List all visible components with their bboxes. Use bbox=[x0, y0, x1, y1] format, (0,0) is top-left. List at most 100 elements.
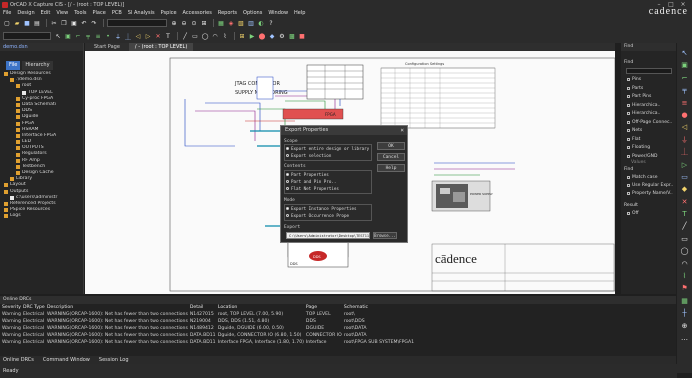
menu-si-analysis[interactable]: SI Analysis bbox=[128, 10, 155, 16]
port-tool-icon[interactable]: ◁ bbox=[680, 123, 689, 132]
rect-tool-icon[interactable]: ▭ bbox=[680, 235, 689, 244]
menu-edit[interactable]: Edit bbox=[41, 10, 51, 16]
drc-column-header[interactable]: Page bbox=[304, 304, 342, 311]
line-tool-icon[interactable]: ╱ bbox=[680, 222, 689, 231]
tab-session-log[interactable]: Session Log bbox=[99, 357, 129, 363]
table-row[interactable]: Warning Electrical WARNING(ORCAP-1600): Ne… bbox=[0, 332, 676, 339]
place-part-icon[interactable]: ▣ bbox=[64, 32, 72, 40]
occurrence-properties-radio[interactable]: Export Occurrence Prope bbox=[286, 213, 349, 218]
stop-icon[interactable]: ■ bbox=[298, 32, 306, 40]
table-row[interactable]: Warning Electrical WARNING(ORCAP-1600): Ne… bbox=[0, 339, 676, 346]
tab-command-window[interactable]: Command Window bbox=[43, 357, 90, 363]
drc-column-header[interactable]: Location bbox=[216, 304, 304, 311]
open-icon[interactable]: ▰ bbox=[13, 19, 21, 27]
settings-icon[interactable]: ⚙ bbox=[278, 32, 286, 40]
noconnect-tool-icon[interactable]: ✕ bbox=[680, 198, 689, 207]
hier-port-tool-icon[interactable]: ◆ bbox=[680, 185, 689, 194]
redo-icon[interactable]: ↷ bbox=[90, 19, 98, 27]
find-input[interactable] bbox=[626, 68, 672, 74]
place-port-icon[interactable]: ◁ bbox=[134, 32, 142, 40]
menu-design[interactable]: Design bbox=[17, 10, 34, 16]
filter-combo[interactable] bbox=[3, 32, 51, 40]
flat-net-properties-radio[interactable]: Flat Net Properties bbox=[286, 186, 339, 191]
save-icon[interactable]: ■ bbox=[23, 19, 31, 27]
cross-probe-icon[interactable]: ◐ bbox=[257, 19, 265, 27]
find-filter-item[interactable]: Part Pins bbox=[627, 94, 651, 99]
zoom-tool-icon[interactable]: ⊕ bbox=[680, 322, 689, 331]
drc-column-header[interactable]: Severity bbox=[0, 304, 21, 311]
find-filter-item[interactable]: Parts bbox=[627, 86, 643, 91]
new-icon[interactable]: ▢ bbox=[3, 19, 11, 27]
line-icon[interactable]: ╱ bbox=[181, 32, 189, 40]
select-tool-icon[interactable]: ↖ bbox=[680, 49, 689, 58]
browse-button[interactable]: Browse... bbox=[373, 232, 397, 239]
menu-accessories[interactable]: Accessories bbox=[183, 10, 212, 16]
menu-window[interactable]: Window bbox=[268, 10, 288, 16]
no-connect-icon[interactable]: ✕ bbox=[154, 32, 162, 40]
find-filter-item[interactable]: Pins bbox=[627, 77, 641, 82]
text-tool-icon[interactable]: T bbox=[680, 210, 689, 219]
cancel-button[interactable]: Cancel bbox=[377, 153, 405, 161]
drc-column-header[interactable]: Description bbox=[45, 304, 188, 311]
zoom-out-icon[interactable]: ⊖ bbox=[180, 19, 188, 27]
marker-icon[interactable]: ⬤ bbox=[258, 32, 266, 40]
result-item[interactable]: Off bbox=[627, 211, 639, 216]
dialog-close-icon[interactable]: × bbox=[400, 127, 404, 134]
part-combo[interactable] bbox=[107, 19, 167, 27]
place-offpage-icon[interactable]: ▷ bbox=[144, 32, 152, 40]
junction-tool-icon[interactable]: ● bbox=[680, 111, 689, 120]
place-net-icon[interactable]: ╤ bbox=[84, 32, 92, 40]
undo-icon[interactable]: ↶ bbox=[80, 19, 88, 27]
print-icon[interactable]: ▤ bbox=[33, 19, 41, 27]
ellipse-icon[interactable]: ◯ bbox=[201, 32, 209, 40]
rect-icon[interactable]: ▭ bbox=[191, 32, 199, 40]
table-row[interactable]: Warning Electrical WARNING(ORCAP-1600): Ne… bbox=[0, 325, 676, 332]
find-filter-item[interactable]: Off-Page Connec.. bbox=[627, 120, 672, 125]
help-button[interactable]: Help bbox=[377, 164, 405, 172]
ground-tool-icon[interactable]: ⏊ bbox=[680, 148, 689, 157]
scope-selection-radio[interactable]: Export selection bbox=[286, 153, 331, 158]
table-row[interactable]: Warning Electrical WARNING(ORCAP-1600): Ne… bbox=[0, 318, 676, 325]
menu-reports[interactable]: Reports bbox=[218, 10, 237, 16]
drc-column-header[interactable]: Schematic bbox=[342, 304, 676, 311]
ellipse-tool-icon[interactable]: ◯ bbox=[680, 247, 689, 256]
place-ground-icon[interactable]: ⏊ bbox=[124, 32, 132, 41]
menu-pcb[interactable]: PCB bbox=[112, 10, 122, 16]
menu-pspice[interactable]: Pspice bbox=[161, 10, 177, 16]
probe-icon[interactable]: ◆ bbox=[268, 32, 276, 40]
menu-tools[interactable]: Tools bbox=[74, 10, 86, 16]
part-tool-icon[interactable]: ▣ bbox=[680, 61, 689, 70]
drc-icon[interactable]: ◈ bbox=[227, 19, 235, 27]
arc-icon[interactable]: ◠ bbox=[211, 32, 219, 40]
menu-help[interactable]: Help bbox=[294, 10, 305, 16]
pin-tool-icon[interactable]: ┼ bbox=[680, 309, 689, 318]
tab-start-page[interactable]: Start Page bbox=[88, 43, 126, 51]
find-filter-item[interactable]: Power/GND bbox=[627, 154, 657, 159]
place-wire-icon[interactable]: ⌐ bbox=[74, 32, 82, 40]
find-option-item[interactable]: Property Name/V.. bbox=[627, 191, 673, 196]
tree-item[interactable]: Logs bbox=[0, 213, 84, 219]
image-tool-icon[interactable]: ▦ bbox=[680, 297, 689, 306]
project-header[interactable]: demo.dsn bbox=[0, 43, 83, 51]
hier-block-tool-icon[interactable]: ▭ bbox=[680, 173, 689, 182]
place-power-icon[interactable]: ⏚ bbox=[114, 32, 122, 41]
cut-icon[interactable]: ✂ bbox=[50, 19, 58, 27]
find-filter-item[interactable]: Hierarchica.. bbox=[627, 111, 660, 116]
menu-options[interactable]: Options bbox=[243, 10, 262, 16]
polyline-tool-icon[interactable]: ⌇ bbox=[680, 272, 689, 281]
power-tool-icon[interactable]: ⏚ bbox=[680, 136, 689, 145]
export-path-input[interactable]: C:\Users\Administrator\Desktop\TEST11.ex… bbox=[286, 232, 370, 239]
netlist-icon[interactable]: ▧ bbox=[237, 19, 245, 27]
drc-column-header[interactable]: Detail bbox=[188, 304, 216, 311]
menu-place[interactable]: Place bbox=[93, 10, 106, 16]
tab-online-drcs[interactable]: Online DRCs bbox=[3, 357, 34, 363]
find-filter-item[interactable]: Floating bbox=[627, 145, 650, 150]
part-pin-properties-radio[interactable]: Part and Pin Pro.. bbox=[286, 179, 336, 184]
polyline-icon[interactable]: ⌇ bbox=[221, 32, 229, 40]
zoom-in-icon[interactable]: ⊕ bbox=[170, 19, 178, 27]
part-properties-radio[interactable]: Part Properties bbox=[286, 172, 329, 177]
table-row[interactable]: Warning Electrical WARNING(ORCAP-1600): Ne… bbox=[0, 311, 676, 318]
menu-file[interactable]: File bbox=[3, 10, 11, 16]
instance-properties-radio[interactable]: Export Instance Properties bbox=[286, 206, 357, 211]
hierarchy-icon[interactable]: ⊞ bbox=[238, 32, 246, 40]
